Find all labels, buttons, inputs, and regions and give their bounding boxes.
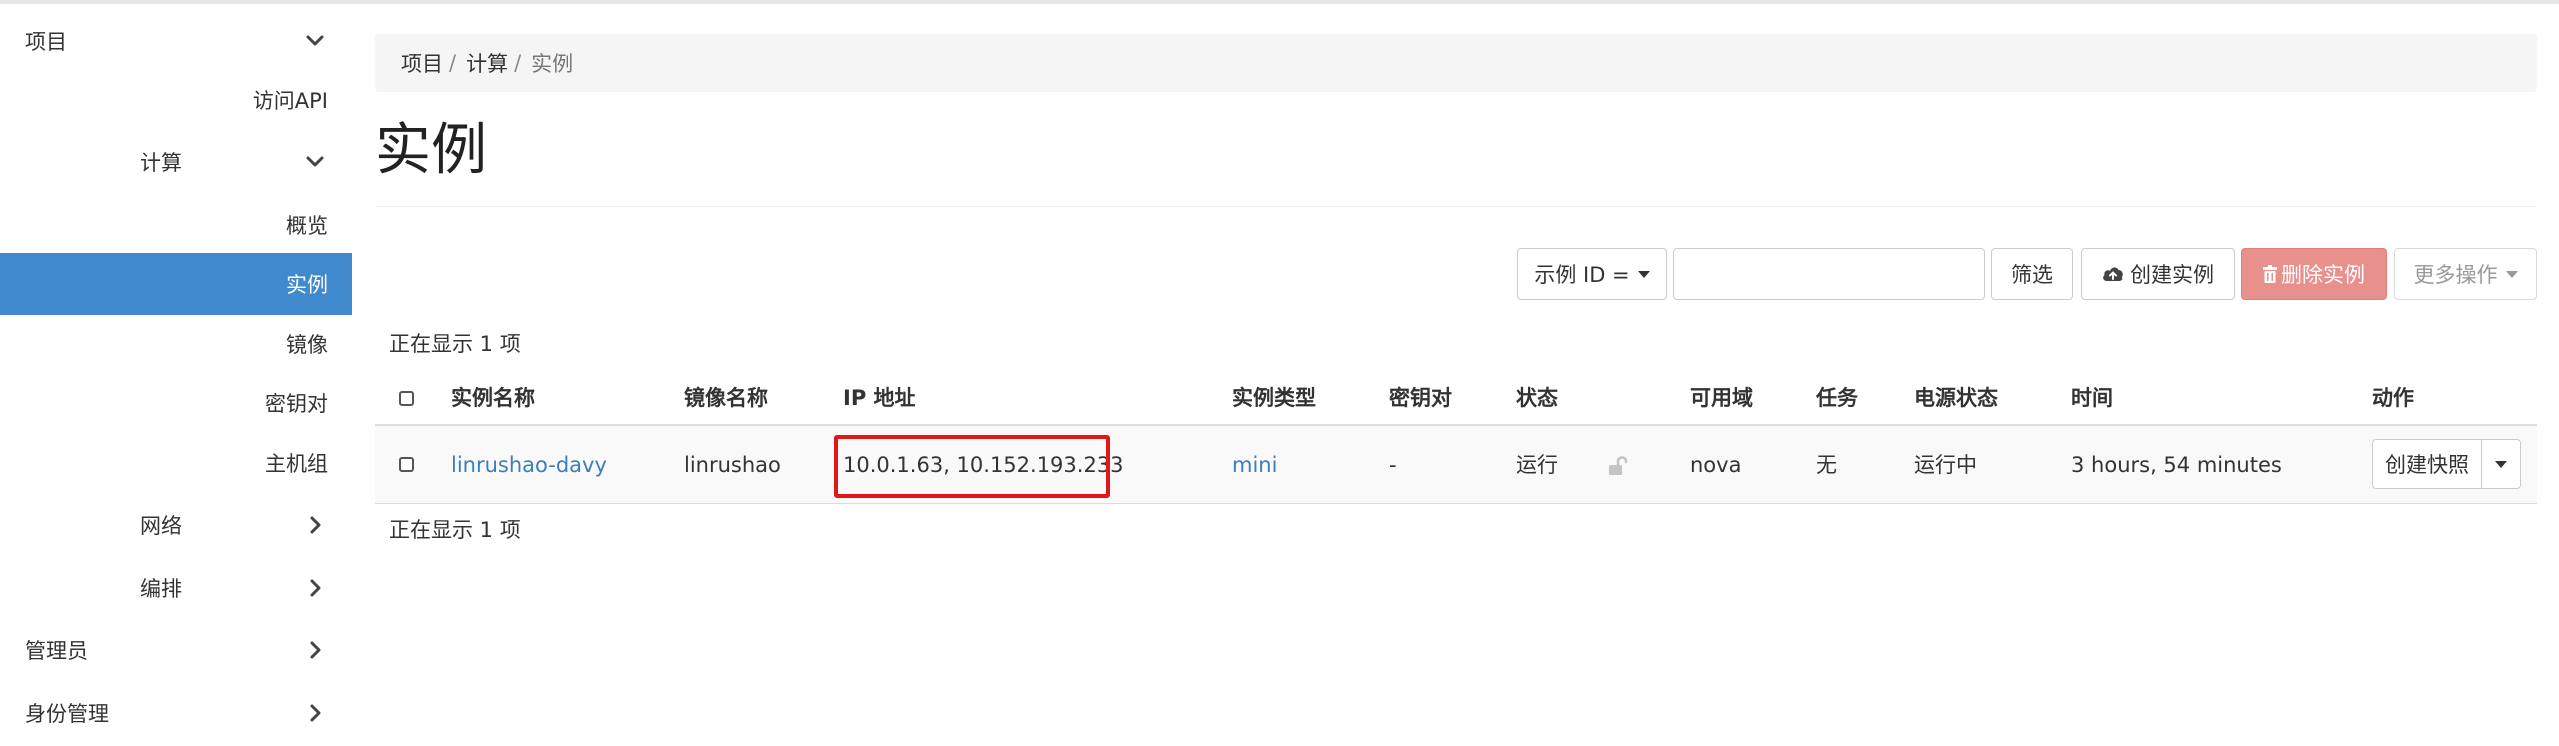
sidebar-item-label: 网络 [140, 514, 182, 538]
table-header: 实例名称 镜像名称 IP 地址 实例类型 密钥对 状态 可用域 任务 电源状态 … [375, 370, 2537, 426]
column-header-az[interactable]: 可用域 [1690, 370, 1753, 424]
breadcrumb-separator: / [514, 51, 522, 75]
column-header-actions: 动作 [2372, 386, 2414, 410]
chevron-down-icon [306, 35, 324, 46]
page-title: 实例 [375, 118, 487, 183]
az-value: nova [1690, 453, 1742, 477]
breadcrumb-compute[interactable]: 计算 [466, 48, 508, 78]
sidebar-item-project[interactable]: 项目 [0, 10, 352, 72]
sidebar: 项目 访问API 计算 概览 实例 镜像 密钥对 主机组 网络 编排 管理员 身… [0, 4, 352, 746]
sidebar-item-label: 管理员 [25, 639, 88, 663]
sidebar-item-label: 项目 [25, 30, 67, 54]
sidebar-item-overview[interactable]: 概览 [0, 194, 352, 256]
filter-field-label: 示例 ID = [1534, 263, 1630, 287]
create-snapshot-label: 创建快照 [2385, 453, 2469, 477]
time-value: 3 hours, 54 minutes [2071, 453, 2282, 477]
sidebar-item-admin[interactable]: 管理员 [0, 619, 352, 681]
count-text-bottom: 正在显示 1 项 [389, 518, 521, 542]
create-instance-label: 创建实例 [2130, 263, 2214, 287]
column-header-name[interactable]: 实例名称 [451, 370, 535, 424]
sidebar-item-key-pairs[interactable]: 密钥对 [0, 372, 352, 434]
sidebar-item-label: 访问API [252, 89, 328, 113]
column-header-task[interactable]: 任务 [1816, 370, 1858, 424]
caret-down-icon [2505, 270, 2518, 278]
sidebar-item-label: 编排 [140, 577, 182, 601]
column-header-keypair[interactable]: 密钥对 [1389, 370, 1452, 424]
sidebar-item-api-access[interactable]: 访问API [0, 69, 352, 131]
filter-input[interactable] [1673, 248, 1985, 300]
sidebar-item-orchestration[interactable]: 编排 [0, 557, 352, 619]
chevron-right-icon [310, 641, 321, 659]
row-checkbox[interactable] [399, 457, 414, 472]
power-state-value: 运行中 [1914, 453, 1977, 477]
breadcrumb-instances: 实例 [531, 52, 574, 76]
count-text-top: 正在显示 1 项 [389, 332, 521, 356]
keypair-value: - [1389, 453, 1397, 477]
ip-address: 10.0.1.63, 10.152.193.233 [843, 453, 1124, 477]
delete-instance-button[interactable]: 删除实例 [2241, 248, 2387, 300]
status-value: 运行 [1516, 453, 1558, 477]
sidebar-item-images[interactable]: 镜像 [0, 313, 352, 375]
chevron-right-icon [310, 516, 321, 534]
main-content: 项目 / 计算 / 实例 实例 示例 ID = 筛选 创建实例 删除实例 更多操作 … [375, 4, 2537, 746]
create-instance-button[interactable]: 创建实例 [2081, 248, 2235, 300]
create-snapshot-button[interactable]: 创建快照 [2372, 439, 2482, 489]
task-value: 无 [1816, 453, 1837, 477]
chevron-right-icon [310, 579, 321, 597]
instance-name-link[interactable]: linrushao-davy [451, 426, 607, 504]
column-header-flavor[interactable]: 实例类型 [1232, 370, 1316, 424]
chevron-down-icon [306, 156, 324, 167]
trash-icon [2263, 265, 2277, 283]
sidebar-item-label: 主机组 [265, 452, 328, 476]
sidebar-item-label: 密钥对 [265, 392, 328, 416]
chevron-right-icon [310, 704, 321, 722]
image-name: linrushao [684, 453, 781, 477]
filter-field-dropdown[interactable]: 示例 ID = [1517, 248, 1667, 300]
column-header-image[interactable]: 镜像名称 [684, 370, 768, 424]
column-header-power[interactable]: 电源状态 [1914, 370, 1998, 424]
delete-instance-label: 删除实例 [2281, 263, 2365, 287]
sidebar-item-label: 概览 [286, 214, 328, 238]
sidebar-item-compute[interactable]: 计算 [0, 131, 352, 193]
breadcrumb: 项目 / 计算 / 实例 [375, 34, 2537, 92]
filter-button-label: 筛选 [2011, 263, 2053, 287]
sidebar-item-instances[interactable]: 实例 [0, 253, 352, 315]
sidebar-item-label: 计算 [140, 151, 182, 175]
title-divider [375, 206, 2537, 207]
cloud-upload-icon [2103, 267, 2123, 281]
sidebar-item-label: 实例 [286, 273, 328, 297]
select-all-checkbox[interactable] [399, 391, 414, 406]
breadcrumb-separator: / [449, 51, 457, 75]
sidebar-item-label: 镜像 [286, 333, 328, 357]
more-actions-label: 更多操作 [2413, 263, 2498, 287]
breadcrumb-project[interactable]: 项目 [401, 48, 443, 78]
column-header-time[interactable]: 时间 [2071, 370, 2113, 424]
row-actions-dropdown[interactable] [2481, 439, 2521, 489]
lock-icon[interactable] [1607, 456, 1629, 476]
caret-down-icon [2495, 460, 2507, 468]
sidebar-item-server-groups[interactable]: 主机组 [0, 432, 352, 494]
sidebar-item-label: 身份管理 [25, 702, 109, 726]
caret-down-icon [1637, 270, 1650, 278]
filter-button[interactable]: 筛选 [1991, 248, 2073, 300]
sidebar-item-identity[interactable]: 身份管理 [0, 682, 352, 744]
column-header-status[interactable]: 状态 [1516, 370, 1558, 424]
table-row: linrushao-davy linrushao 10.0.1.63, 10.1… [375, 426, 2537, 504]
sidebar-item-network[interactable]: 网络 [0, 494, 352, 556]
column-header-ip[interactable]: IP 地址 [843, 370, 916, 424]
flavor-link[interactable]: mini [1232, 426, 1277, 504]
more-actions-button[interactable]: 更多操作 [2394, 248, 2537, 300]
